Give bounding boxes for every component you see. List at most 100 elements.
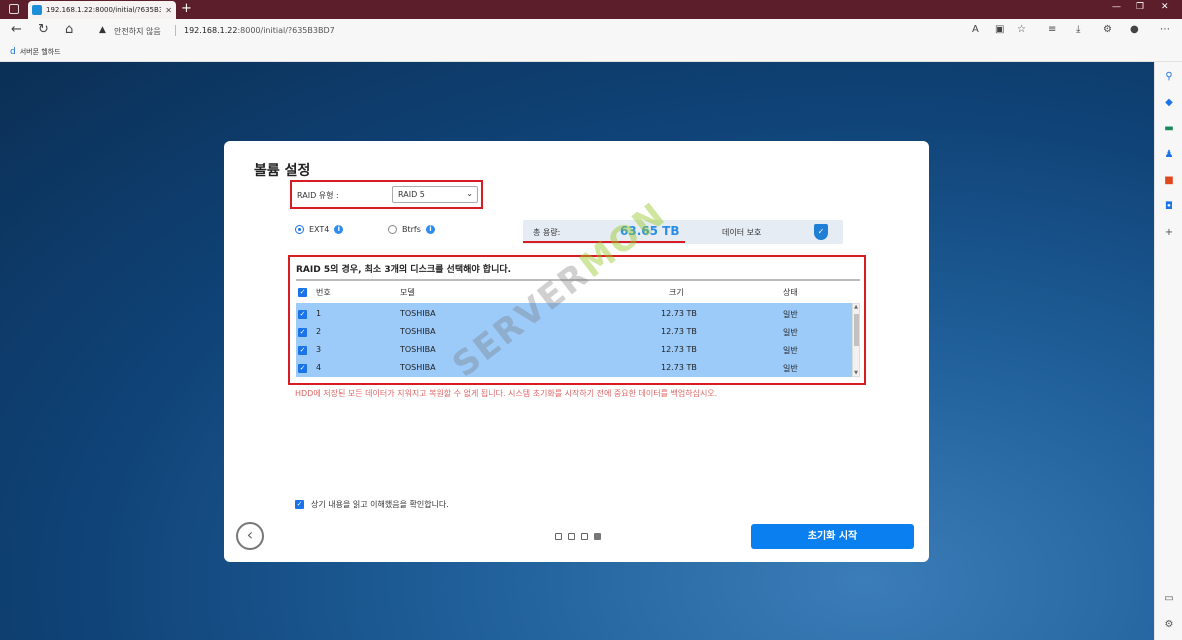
office-icon[interactable]: ■ — [1162, 174, 1176, 188]
security-label[interactable]: 안전하지 않음 — [114, 26, 161, 37]
disk-size: 12.73 TB — [661, 363, 697, 372]
table-row[interactable]: ✓ 2 TOSHIBA 12.73 TB 일반 — [296, 322, 852, 340]
downloads-icon[interactable]: ⤓ — [1076, 24, 1080, 35]
tools-icon[interactable]: ▬ — [1162, 122, 1176, 136]
search-icon[interactable]: ⚲ — [1162, 70, 1176, 84]
capacity-label: 총 용량: — [533, 228, 561, 237]
edge-sidebar: ⚲ ◆ ▬ ♟ ■ ◘ + ▭ ⚙ — [1154, 62, 1182, 640]
radio-unselected-icon — [388, 225, 397, 234]
divider — [175, 25, 176, 36]
disk-size: 12.73 TB — [661, 309, 697, 318]
favorite-star-icon[interactable]: ☆ — [1017, 24, 1026, 35]
fs-radio-ext4[interactable]: EXT4 i — [295, 225, 344, 234]
bookmark-label: 서버몬 헬하드 — [19, 48, 61, 56]
raid-type-label: RAID 유형 : — [297, 191, 339, 200]
profile-icon[interactable]: ● — [1130, 24, 1139, 35]
browser-tab[interactable]: 192.168.1.22:8000/initial/?635B3 ✕ — [28, 1, 176, 19]
disk-number: 3 — [316, 345, 322, 354]
tab-close-icon[interactable]: ✕ — [165, 6, 172, 15]
disk-model: TOSHIBA — [400, 327, 436, 336]
raid-type-highlight: RAID 유형 : RAID 5 ⌄ — [290, 180, 483, 209]
disk-table-scrollbar[interactable]: ▲ ▼ — [852, 303, 860, 377]
restore-icon[interactable]: ❐ — [1136, 2, 1144, 12]
column-number: 번호 — [316, 288, 331, 297]
disk-model: TOSHIBA — [400, 309, 436, 318]
fs-radio-btrfs[interactable]: Btrfs i — [388, 225, 435, 234]
disk-number: 1 — [316, 309, 322, 318]
step-dot — [568, 533, 575, 540]
warning-icon[interactable]: ▲ — [99, 25, 106, 35]
fs-label-ext4: EXT4 — [309, 225, 330, 234]
checkbox-checked-icon: ✓ — [298, 328, 307, 337]
bookmark-item[interactable]: d 서버몬 헬하드 — [10, 47, 61, 57]
chevron-down-icon: ⌄ — [466, 189, 473, 198]
read-aloud-icon[interactable]: A — [972, 24, 979, 35]
table-row[interactable]: ✓ 3 TOSHIBA 12.73 TB 일반 — [296, 340, 852, 358]
tab-bar: 192.168.1.22:8000/initial/?635B3 ✕ + — ❐… — [0, 0, 1182, 19]
row-checkbox[interactable]: ✓ — [298, 327, 307, 337]
radio-selected-icon — [295, 225, 304, 234]
outlook-icon[interactable]: ◘ — [1162, 200, 1176, 214]
minimize-icon[interactable]: — — [1112, 2, 1121, 12]
url-path: :8000/initial/?635B3BD7 — [237, 26, 335, 35]
address-bar[interactable]: 192.168.1.22:8000/initial/?635B3BD7 — [184, 26, 335, 35]
fs-label-btrfs: Btrfs — [402, 225, 421, 234]
confirm-label: 상기 내용을 읽고 이해했음을 확인합니다. — [311, 500, 449, 509]
split-screen-icon[interactable]: ▭ — [1162, 592, 1176, 606]
scroll-up-icon[interactable]: ▲ — [853, 304, 859, 310]
home-icon[interactable]: ⌂ — [65, 23, 73, 37]
back-arrow-icon[interactable]: ← — [11, 23, 22, 37]
refresh-icon[interactable]: ↻ — [38, 23, 49, 37]
info-icon[interactable]: i — [334, 225, 344, 234]
info-icon[interactable]: i — [425, 225, 435, 234]
step-dot — [555, 533, 562, 540]
row-checkbox[interactable]: ✓ — [298, 309, 307, 319]
settings-gear-icon[interactable]: ⚙ — [1162, 618, 1176, 632]
table-row[interactable]: ✓ 1 TOSHIBA 12.73 TB 일반 — [296, 304, 852, 322]
disk-number: 4 — [316, 363, 322, 372]
checkbox-checked-icon: ✓ — [298, 310, 307, 319]
nav-bar: ← ↻ ⌂ ▲ 안전하지 않음 192.168.1.22:8000/initia… — [0, 19, 1182, 43]
extensions-icon[interactable]: ⚙ — [1103, 24, 1112, 35]
workspaces-icon[interactable] — [9, 4, 19, 14]
disk-table-body: ✓ 1 TOSHIBA 12.73 TB 일반 ✓ 2 TOSHIBA 12.7… — [296, 303, 852, 377]
column-model: 모델 — [400, 288, 415, 297]
immersive-reader-icon[interactable]: ▣ — [995, 24, 1004, 35]
select-all-checkbox[interactable]: ✓ — [298, 287, 307, 297]
step-dot-active — [594, 533, 601, 540]
bookmarks-bar: d 서버몬 헬하드 — [0, 43, 1182, 62]
people-icon[interactable]: ♟ — [1162, 148, 1176, 162]
disk-status: 일반 — [783, 346, 798, 355]
confirm-checkbox[interactable]: ✓ 상기 내용을 읽고 이해했음을 확인합니다. — [295, 499, 449, 510]
disk-requirement-message: RAID 5의 경우, 최소 3개의 디스크를 선택해야 합니다. — [296, 265, 512, 275]
row-checkbox[interactable]: ✓ — [298, 363, 307, 373]
favicon-icon — [32, 5, 42, 15]
column-size: 크기 — [669, 288, 684, 297]
scrollbar-thumb[interactable] — [854, 314, 859, 346]
row-checkbox[interactable]: ✓ — [298, 345, 307, 355]
back-button[interactable]: ‹ — [236, 522, 264, 550]
tab-title: 192.168.1.22:8000/initial/?635B3 — [46, 6, 162, 14]
disk-model: TOSHIBA — [400, 345, 436, 354]
add-icon[interactable]: + — [1162, 226, 1176, 240]
disk-status: 일반 — [783, 310, 798, 319]
dialog-title: 볼륨 설정 — [254, 163, 311, 179]
checkbox-checked-icon: ✓ — [298, 288, 307, 297]
checkbox-checked-icon: ✓ — [295, 500, 304, 509]
disk-model: TOSHIBA — [400, 363, 436, 372]
window-close-icon[interactable]: ✕ — [1161, 2, 1169, 12]
favorites-icon[interactable]: ≡ — [1048, 24, 1056, 35]
raid-type-select[interactable]: RAID 5 ⌄ — [392, 186, 478, 203]
raid-type-value: RAID 5 — [398, 190, 425, 199]
more-icon[interactable]: ⋯ — [1160, 24, 1170, 35]
new-tab-icon[interactable]: + — [181, 1, 192, 17]
checkbox-checked-icon: ✓ — [298, 346, 307, 355]
shield-check-icon: ✓ — [814, 224, 828, 240]
step-dot — [581, 533, 588, 540]
shopping-tag-icon[interactable]: ◆ — [1162, 96, 1176, 110]
table-row[interactable]: ✓ 4 TOSHIBA 12.73 TB 일반 — [296, 358, 852, 376]
protection-label: 데이터 보호 — [722, 228, 762, 237]
scroll-down-icon[interactable]: ▼ — [853, 370, 859, 376]
url-host: 192.168.1.22 — [184, 26, 238, 35]
start-initialize-button[interactable]: 초기화 시작 — [751, 524, 914, 549]
